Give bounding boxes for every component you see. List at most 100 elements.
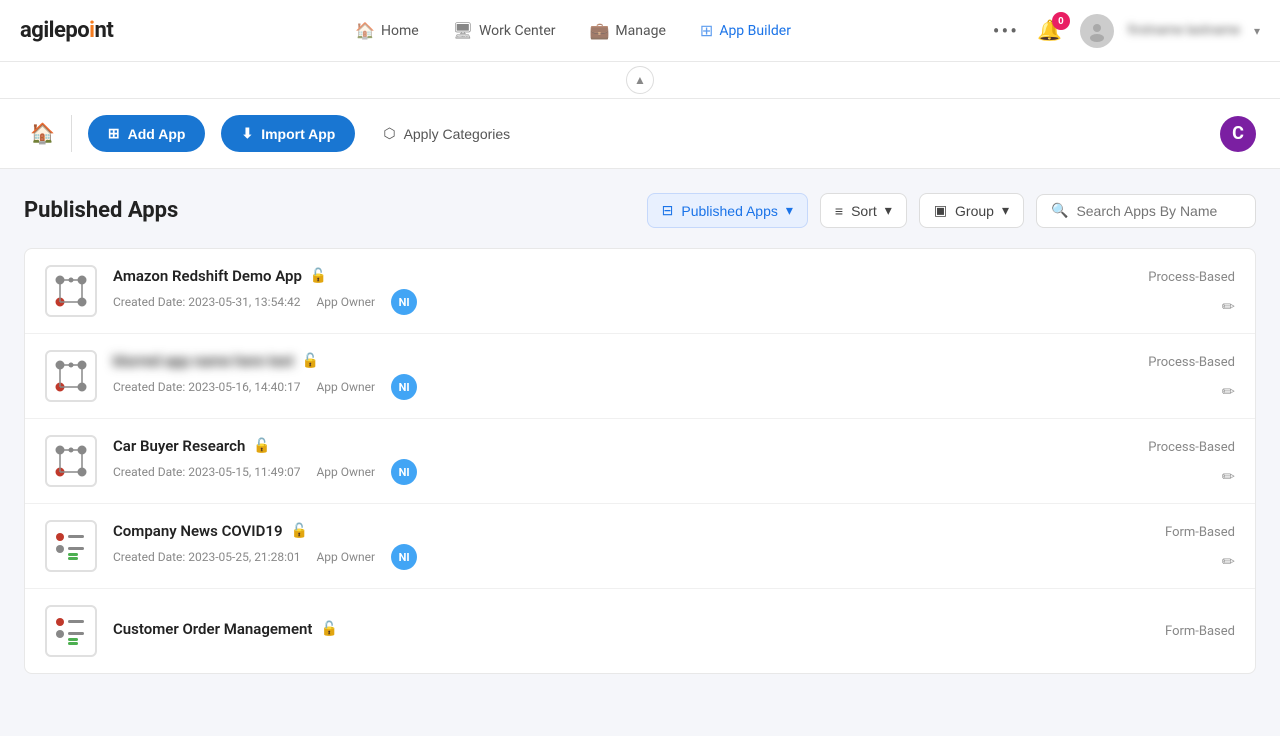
user-chevron-icon[interactable]: ▾ — [1254, 24, 1260, 38]
nav-item-work-center-label: Work Center — [479, 23, 556, 39]
page-title: Published Apps — [24, 198, 635, 223]
app-list: Amazon Redshift Demo App 🔓 Created Date:… — [24, 248, 1256, 674]
process-icon-svg — [52, 272, 90, 310]
grid-nav-icon: ⊞ — [700, 21, 713, 40]
edit-icon[interactable]: ✏ — [1222, 297, 1235, 316]
user-initial: C — [1232, 123, 1244, 144]
app-type-badge: Form-Based — [1165, 521, 1235, 544]
apply-categories-label: Apply Categories — [404, 126, 511, 142]
nav-item-app-builder-label: App Builder — [719, 23, 791, 39]
filter-icon: ⊟ — [662, 202, 674, 219]
user-avatar-nav[interactable] — [1080, 14, 1114, 48]
app-name-row: Company News COVID19 🔓 — [113, 522, 1089, 540]
owner-initials: NI — [399, 551, 410, 564]
app-meta: Created Date: 2023-05-25, 21:28:01 App O… — [113, 544, 1089, 570]
lock-icon: 🔓 — [310, 268, 327, 284]
nav-item-home[interactable]: 🏠 Home — [341, 13, 433, 48]
more-menu-button[interactable]: ••• — [993, 19, 1019, 43]
top-navigation: agilepoint 🏠 Home 🖥 Work Center 💼 Manage… — [0, 0, 1280, 62]
app-actions: Process-Based ✏ — [1105, 266, 1235, 316]
app-info: blurred app name here text 🔓 Created Dat… — [113, 352, 1089, 400]
app-icon-process — [45, 350, 97, 402]
app-info: Car Buyer Research 🔓 Created Date: 2023-… — [113, 437, 1089, 485]
owner-initials: NI — [399, 466, 410, 479]
app-icon-process — [45, 265, 97, 317]
add-app-button[interactable]: ⊞ Add App — [88, 115, 206, 152]
add-app-label: Add App — [128, 126, 186, 142]
edit-icon[interactable]: ✏ — [1222, 467, 1235, 486]
app-owner-label: App Owner — [316, 465, 375, 479]
filter-chevron-icon: ▾ — [786, 202, 793, 219]
app-icon-process — [45, 435, 97, 487]
nav-item-app-builder[interactable]: ⊞ App Builder — [686, 13, 805, 48]
form-icon-svg — [52, 612, 90, 650]
edit-icon[interactable]: ✏ — [1222, 552, 1235, 571]
sort-label: Sort — [851, 203, 877, 219]
app-name: Customer Order Management — [113, 620, 312, 638]
app-meta: Created Date: 2023-05-15, 11:49:07 App O… — [113, 459, 1089, 485]
app-type-badge: Form-Based — [1165, 620, 1235, 643]
app-actions: Process-Based ✏ — [1105, 351, 1235, 401]
app-icon-form — [45, 605, 97, 657]
app-name-row: Amazon Redshift Demo App 🔓 — [113, 267, 1089, 285]
app-owner-label: App Owner — [316, 295, 375, 309]
import-app-button[interactable]: ⬇ Import App — [221, 115, 355, 152]
app-name-row: Car Buyer Research 🔓 — [113, 437, 1089, 455]
briefcase-nav-icon: 💼 — [590, 21, 610, 40]
notification-badge: 0 — [1052, 12, 1070, 30]
lock-icon: 🔓 — [302, 353, 319, 369]
user-profile-circle[interactable]: C — [1220, 116, 1256, 152]
owner-avatar: NI — [391, 459, 417, 485]
logo: agilepoint — [20, 18, 113, 43]
nav-item-manage[interactable]: 💼 Manage — [576, 13, 680, 48]
group-button[interactable]: ▣ Group ▾ — [919, 193, 1024, 228]
categories-icon: ⬡ — [383, 125, 395, 142]
published-apps-filter-button[interactable]: ⊟ Published Apps ▾ — [647, 193, 808, 228]
app-icon-form — [45, 520, 97, 572]
app-actions: Process-Based ✏ — [1105, 436, 1235, 486]
home-toolbar-icon: 🏠 — [30, 123, 55, 145]
owner-avatar: NI — [391, 544, 417, 570]
group-label: Group — [955, 203, 994, 219]
toolbar: 🏠 ⊞ Add App ⬇ Import App ⬡ Apply Categor… — [0, 99, 1280, 169]
nav-item-home-label: Home — [381, 23, 419, 39]
apply-categories-button[interactable]: ⬡ Apply Categories — [371, 117, 522, 150]
app-created-date: Created Date: 2023-05-15, 11:49:07 — [113, 465, 300, 479]
app-created-date: Created Date: 2023-05-31, 13:54:42 — [113, 295, 300, 309]
app-meta: Created Date: 2023-05-16, 14:40:17 App O… — [113, 374, 1089, 400]
owner-avatar: NI — [391, 374, 417, 400]
search-input[interactable] — [1076, 203, 1236, 219]
nav-item-manage-label: Manage — [615, 23, 665, 39]
import-app-label: Import App — [261, 126, 335, 142]
app-type-badge: Process-Based — [1148, 351, 1235, 374]
lock-icon: 🔓 — [291, 523, 308, 539]
user-name-nav[interactable]: firstname lastname — [1128, 23, 1240, 38]
owner-avatar: NI — [391, 289, 417, 315]
process-icon-svg — [52, 357, 90, 395]
app-meta: Created Date: 2023-05-31, 13:54:42 App O… — [113, 289, 1089, 315]
app-info: Company News COVID19 🔓 Created Date: 202… — [113, 522, 1089, 570]
lock-icon: 🔓 — [320, 621, 337, 637]
owner-initials: NI — [399, 296, 410, 309]
app-name-row: blurred app name here text 🔓 — [113, 352, 1089, 370]
table-row: Amazon Redshift Demo App 🔓 Created Date:… — [25, 249, 1255, 334]
nav-links: 🏠 Home 🖥 Work Center 💼 Manage ⊞ App Buil… — [153, 13, 992, 48]
monitor-nav-icon: 🖥 — [453, 21, 473, 40]
app-actions: Form-Based — [1105, 620, 1235, 643]
app-name: Company News COVID19 — [113, 522, 283, 540]
edit-icon[interactable]: ✏ — [1222, 382, 1235, 401]
published-apps-filter-label: Published Apps — [681, 203, 778, 219]
app-info: Amazon Redshift Demo App 🔓 Created Date:… — [113, 267, 1089, 315]
app-name: Car Buyer Research — [113, 437, 245, 455]
collapse-button[interactable]: ▲ — [626, 66, 654, 94]
app-owner-label: App Owner — [316, 550, 375, 564]
sort-button[interactable]: ≡ Sort ▾ — [820, 193, 907, 228]
add-app-icon: ⊞ — [108, 125, 120, 142]
home-toolbar-button[interactable]: 🏠 — [24, 115, 72, 152]
search-box: 🔍 — [1036, 194, 1256, 228]
notification-button[interactable]: 🔔 0 — [1033, 14, 1066, 47]
nav-item-work-center[interactable]: 🖥 Work Center — [439, 13, 570, 48]
collapse-bar: ▲ — [0, 62, 1280, 99]
table-row: Company News COVID19 🔓 Created Date: 202… — [25, 504, 1255, 589]
lock-icon: 🔓 — [253, 438, 270, 454]
